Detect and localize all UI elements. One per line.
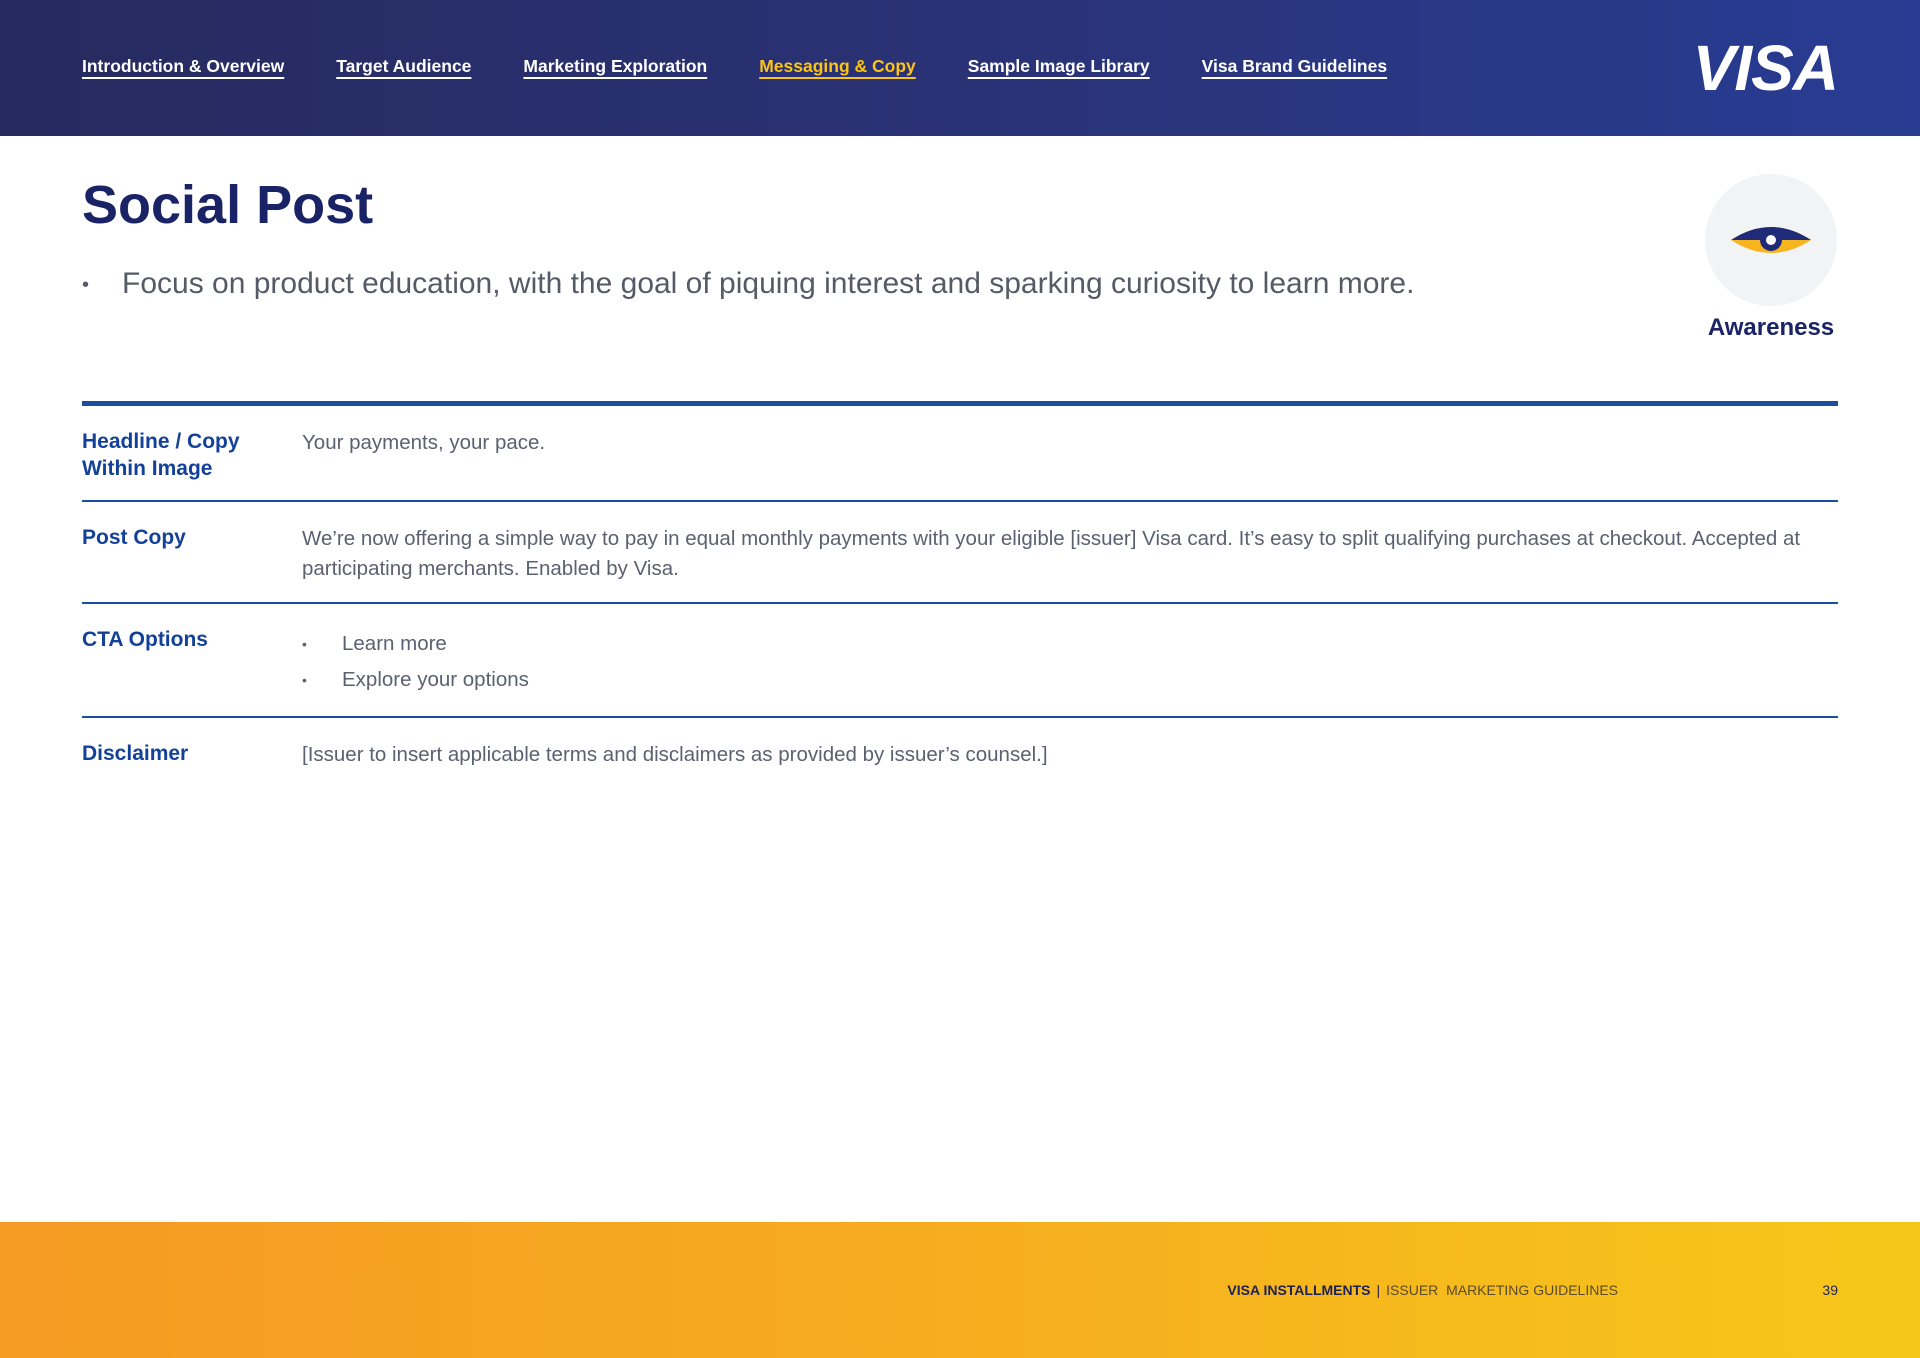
intro-bullet-text: Focus on product education, with the goa… <box>122 267 1415 300</box>
cta-list: • Learn more • Explore your options <box>302 626 1838 698</box>
table-row-headline: Headline / Copy Within Image Your paymen… <box>82 406 1838 502</box>
footer-brand: VISA INSTALLMENTS <box>1227 1282 1371 1298</box>
list-item: • Learn more <box>302 626 1838 662</box>
page-number: 39 <box>1822 1282 1838 1298</box>
table-row-cta-options: CTA Options • Learn more • Explore your op… <box>82 604 1838 718</box>
bullet-icon: • <box>302 636 307 652</box>
table-row-disclaimer: Disclaimer [Issuer to insert applicable … <box>82 718 1838 788</box>
bullet-icon: • <box>82 274 90 297</box>
nav-marketing-exploration[interactable]: Marketing Exploration <box>523 56 707 77</box>
top-navigation-bar: Introduction & Overview Target Audience … <box>0 0 1920 136</box>
nav-messaging-copy[interactable]: Messaging & Copy <box>759 56 916 77</box>
copy-table: Headline / Copy Within Image Your paymen… <box>82 401 1838 788</box>
disclaimer-value: [Issuer to insert applicable terms and d… <box>302 743 1048 766</box>
cta-options-label: CTA Options <box>82 628 208 651</box>
section-nav: Introduction & Overview Target Audience … <box>82 56 1439 77</box>
cta-item-text: Explore your options <box>342 668 529 691</box>
footer-guidelines-title: ISSUER MARKETING GUIDELINES <box>1386 1282 1618 1298</box>
visa-logo: VISA <box>1692 32 1839 104</box>
funnel-stage-badge: Awareness <box>1704 174 1838 342</box>
headline-label: Headline / Copy Within Image <box>82 430 240 480</box>
nav-target-audience[interactable]: Target Audience <box>336 56 471 77</box>
headline-value: Your payments, your pace. <box>302 431 546 454</box>
eye-icon <box>1731 227 1811 253</box>
cta-options-value: • Learn more • Explore your options <box>302 626 1838 698</box>
footer-bar: VISA INSTALLMENTS | ISSUER MARKETING GUIDE… <box>0 1222 1920 1358</box>
nav-sample-image-library[interactable]: Sample Image Library <box>968 56 1150 77</box>
post-copy-label: Post Copy <box>82 526 186 549</box>
post-copy-value: We’re now offering a simple way to pay i… <box>302 527 1801 580</box>
stage-icon-circle <box>1705 174 1837 306</box>
list-item: • Explore your options <box>302 662 1838 698</box>
nav-introduction-overview[interactable]: Introduction & Overview <box>82 56 284 77</box>
stage-label: Awareness <box>1707 314 1835 341</box>
footer-doc-title: VISA INSTALLMENTS | ISSUER MARKETING GUIDE… <box>1227 1282 1618 1298</box>
disclaimer-label: Disclaimer <box>82 742 189 765</box>
intro-bullet: • Focus on product education, with the go… <box>82 264 1582 305</box>
table-row-post-copy: Post Copy We’re now offering a simple wa… <box>82 502 1838 604</box>
page-title: Social Post <box>82 175 374 235</box>
cta-item-text: Learn more <box>342 632 447 655</box>
footer-separator: | <box>1376 1282 1381 1298</box>
bullet-icon: • <box>302 672 307 688</box>
nav-visa-brand-guidelines[interactable]: Visa Brand Guidelines <box>1202 56 1387 77</box>
